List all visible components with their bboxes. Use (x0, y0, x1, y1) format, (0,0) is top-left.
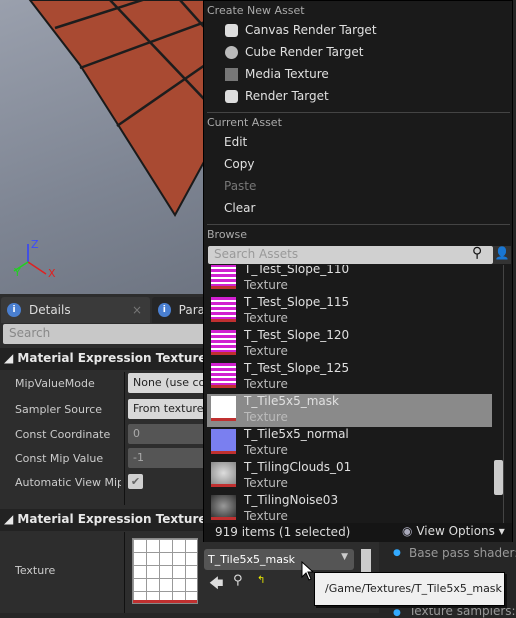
asset-type: Texture (244, 509, 288, 523)
viewport[interactable]: Z X Y (0, 0, 205, 294)
asset-thumbnail (211, 462, 236, 487)
axis-x-label: X (48, 267, 56, 280)
menu-item-edit[interactable]: Edit (224, 135, 247, 149)
cube-icon (225, 46, 238, 59)
column-divider (124, 372, 125, 505)
asset-list-item[interactable]: T_Test_Slope_125 Texture (207, 361, 492, 394)
create-items: Canvas Render Target Cube Render Target … (204, 22, 504, 110)
render-target-icon (225, 90, 238, 103)
asset-name: T_Test_Slope_110 (244, 265, 350, 276)
scrollbar-track (503, 265, 504, 523)
close-icon[interactable]: × (132, 303, 142, 317)
asset-list-item[interactable]: T_Tile5x5_mask Texture (207, 394, 492, 427)
asset-name: T_Tile5x5_normal (244, 427, 349, 441)
section-header-texture-base[interactable]: ◢ Material Expression Texture Base (0, 509, 205, 531)
asset-search-input[interactable]: Search Assets (208, 246, 493, 264)
asset-picker-menu: Create New Asset Canvas Render Target Cu… (203, 0, 513, 542)
tab-label: Para (178, 303, 205, 317)
mip-value-mode-combo[interactable]: None (use con (128, 373, 205, 393)
use-selected-arrow-icon[interactable]: 🡄 (209, 573, 223, 597)
sampler-source-combo[interactable]: From texture a (128, 399, 205, 419)
separator (207, 112, 510, 113)
property-label: Automatic View Mip B (15, 476, 121, 489)
menu-item-canvas-render-target[interactable]: Canvas Render Target (245, 23, 377, 37)
menu-item-render-target[interactable]: Render Target (245, 89, 329, 103)
asset-list: T_Test_Slope_110 Texture T_Test_Slope_11… (204, 265, 504, 523)
stat-note: Base pass shader: (409, 546, 516, 560)
property-label: Const Coordinate (15, 428, 111, 441)
separator (207, 224, 510, 225)
tab-details[interactable]: i Details × (1, 297, 150, 323)
section-current-asset: Current Asset (207, 116, 282, 129)
property-label: Sampler Source (15, 403, 103, 416)
asset-thumbnail (211, 396, 236, 421)
asset-name: T_Test_Slope_125 (244, 361, 350, 375)
automatic-view-mip-checkbox[interactable]: ✔ (128, 474, 143, 489)
section-header-texture-sample[interactable]: ◢ Material Expression Texture Sam (0, 348, 205, 370)
asset-type: Texture (244, 344, 288, 358)
eye-icon: ◉ (402, 524, 413, 538)
menu-item-cube-render-target[interactable]: Cube Render Target (245, 45, 363, 59)
menu-item-media-texture[interactable]: Media Texture (245, 67, 329, 81)
texture-thumbnail[interactable] (132, 538, 198, 604)
asset-type: Texture (244, 311, 288, 325)
asset-name: T_TilingNoise03 (244, 493, 339, 507)
const-mip-value-input[interactable]: -1 (128, 448, 205, 468)
section-create-new-asset: Create New Asset (207, 4, 305, 17)
list-scrollbar-thumb[interactable] (494, 460, 503, 495)
asset-list-item[interactable]: T_Tile5x5_normal Texture (207, 427, 492, 460)
picker-footer: 919 items (1 selected) ◉ View Options ▾ (204, 523, 512, 542)
tab-parameters[interactable]: i Para (152, 297, 205, 323)
asset-list-item[interactable]: T_TilingNoise03 Texture (207, 493, 492, 523)
reset-icon[interactable]: ↰ (257, 575, 265, 586)
asset-list-item[interactable]: T_Test_Slope_120 Texture (207, 328, 492, 361)
user-filter-icon[interactable]: 👤 (493, 246, 511, 264)
axis-z-label: Z (31, 238, 39, 251)
details-panel: i Details × i Para Search ◢ Material Exp… (0, 294, 205, 613)
browse-search-icon[interactable]: ⚲ (233, 573, 243, 588)
asset-name: T_Test_Slope_120 (244, 328, 350, 342)
media-texture-icon (225, 68, 238, 81)
mouse-cursor-icon (301, 561, 315, 581)
asset-name: T_TilingClouds_01 (244, 460, 352, 474)
asset-thumbnail (211, 330, 236, 355)
tab-label: Details (29, 303, 71, 317)
menu-item-paste: Paste (224, 179, 257, 193)
item-count: 919 items (1 selected) (215, 525, 351, 539)
asset-list-item[interactable]: T_Test_Slope_110 Texture (207, 265, 492, 295)
asset-thumbnail (211, 363, 236, 388)
property-label: Const Mip Value (15, 452, 104, 465)
column-divider (124, 532, 125, 613)
details-search-input[interactable]: Search (3, 324, 205, 344)
asset-type: Texture (244, 476, 288, 490)
asset-name: T_Tile5x5_mask (244, 394, 339, 408)
asset-list-item[interactable]: T_TilingClouds_01 Texture (207, 460, 492, 493)
menu-item-clear[interactable]: Clear (224, 201, 255, 215)
view-options-button[interactable]: ◉ View Options ▾ (402, 524, 505, 538)
asset-type: Texture (244, 377, 288, 391)
asset-type: Texture (244, 278, 288, 292)
asset-thumbnail (211, 429, 236, 454)
axis-y-label: Y (14, 266, 21, 279)
asset-type: Texture (244, 410, 288, 424)
menu-item-copy[interactable]: Copy (224, 157, 254, 171)
texture-asset-combo[interactable]: T_Tile5x5_mask ▼ (204, 549, 354, 570)
path-tooltip: /Game/Textures/T_Tile5x5_mask (314, 572, 505, 606)
const-coordinate-input[interactable]: 0 (128, 424, 205, 444)
search-icon: ⚲ (472, 245, 483, 261)
asset-type: Texture (244, 443, 288, 457)
stat-note: Texture samplers: (409, 604, 516, 618)
asset-thumbnail (211, 297, 236, 322)
info-icon: i (7, 303, 21, 317)
asset-thumbnail (211, 265, 236, 289)
asset-list-item[interactable]: T_Test_Slope_115 Texture (207, 295, 492, 328)
info-icon: i (158, 303, 171, 317)
property-label: MipValueMode (15, 377, 95, 390)
asset-thumbnail (211, 495, 236, 520)
section-browse: Browse (207, 228, 248, 241)
render-target-icon (225, 24, 238, 37)
property-label: Texture (15, 564, 56, 577)
asset-name: T_Test_Slope_115 (244, 295, 350, 309)
